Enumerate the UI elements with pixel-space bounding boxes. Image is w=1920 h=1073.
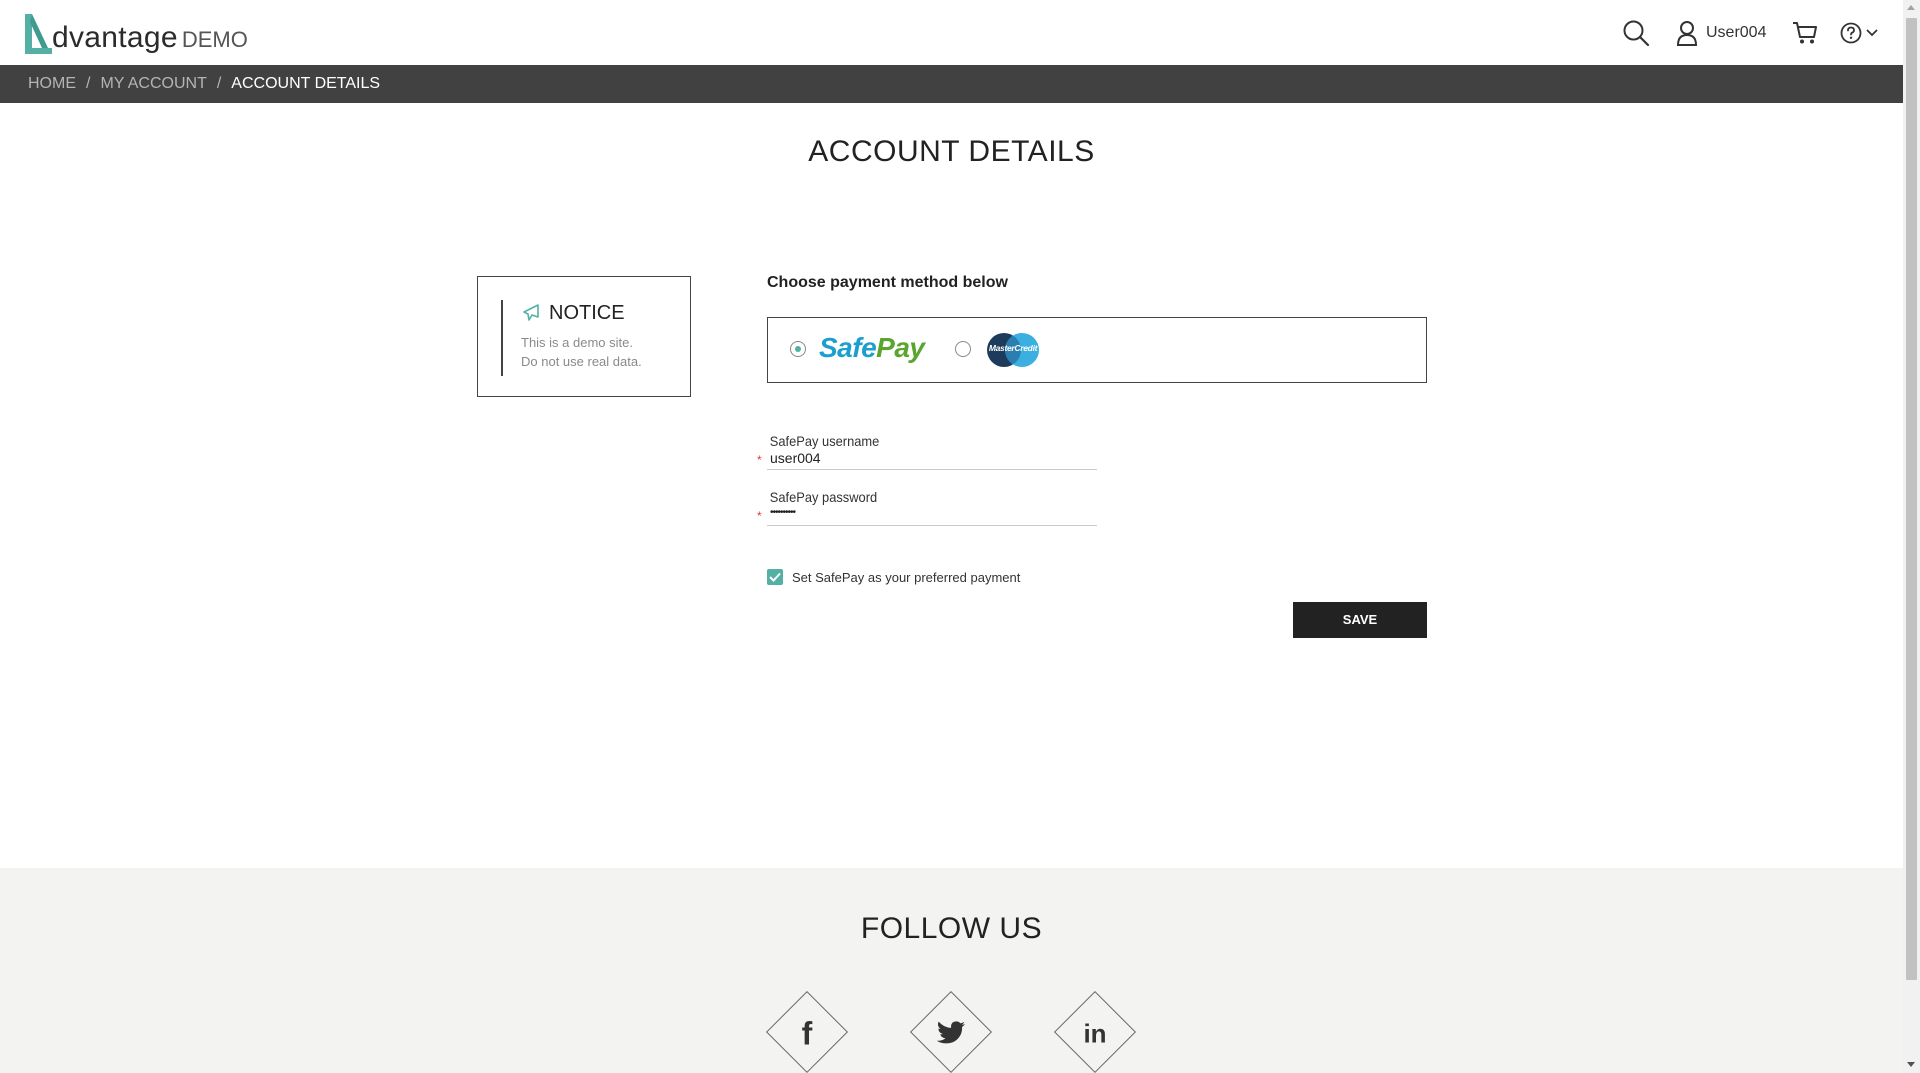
preferred-payment-label: Set SafePay as your preferred payment bbox=[792, 569, 1021, 585]
search-icon[interactable] bbox=[1622, 19, 1650, 47]
breadcrumb: HOME / MY ACCOUNT / ACCOUNT DETAILS bbox=[0, 65, 1903, 103]
preferred-payment-option[interactable]: Set SafePay as your preferred payment bbox=[767, 569, 1020, 585]
facebook-icon: f bbox=[801, 1014, 813, 1051]
cart-icon[interactable] bbox=[1792, 21, 1818, 45]
twitter-link[interactable] bbox=[909, 990, 993, 1073]
linkedin-icon: in bbox=[1083, 1017, 1107, 1048]
safepay-password-label: SafePay password bbox=[769, 489, 878, 505]
notice-line-1: This is a demo site. bbox=[521, 335, 633, 350]
site-header: dvantage DEMO User004 bbox=[0, 0, 1903, 65]
checkmark-icon bbox=[769, 572, 781, 582]
page-scrollbar[interactable] bbox=[1903, 0, 1920, 1073]
help-icon bbox=[1840, 22, 1862, 44]
facebook-link[interactable]: f bbox=[765, 990, 849, 1073]
linkedin-link[interactable]: in bbox=[1053, 990, 1137, 1073]
safepay-password-input[interactable]: •••••••••• bbox=[767, 505, 1097, 525]
breadcrumb-my-account[interactable]: MY ACCOUNT bbox=[100, 75, 206, 93]
megaphone-icon bbox=[523, 304, 539, 321]
page-title: ACCOUNT DETAILS bbox=[808, 135, 1095, 168]
logo-suffix: DEMO bbox=[181, 27, 248, 52]
breadcrumb-account-details: ACCOUNT DETAILS bbox=[231, 75, 381, 92]
notice-title: NOTICE bbox=[549, 301, 625, 324]
preferred-payment-checkbox[interactable] bbox=[767, 569, 783, 585]
user-name: User004 bbox=[1706, 23, 1767, 41]
safepay-username-input[interactable]: user004 bbox=[767, 449, 1097, 469]
safepay-logo-part1: Safe bbox=[819, 332, 877, 363]
safepay-logo[interactable]: SafePay bbox=[819, 332, 925, 364]
chevron-down-icon bbox=[1866, 28, 1878, 37]
required-marker: * bbox=[757, 509, 762, 523]
scrollbar-thumb[interactable] bbox=[1906, 18, 1917, 980]
mastercredit-logo[interactable]: MasterCredit bbox=[984, 332, 1042, 368]
site-logo[interactable]: dvantage DEMO bbox=[22, 10, 248, 56]
user-menu[interactable]: User004 bbox=[1676, 0, 1766, 65]
breadcrumb-separator: / bbox=[216, 75, 222, 92]
logo-mark-icon bbox=[22, 12, 56, 56]
safepay-username-label: SafePay username bbox=[769, 433, 880, 449]
safepay-logo-part2: Pay bbox=[876, 332, 925, 363]
notice-header: NOTICE bbox=[521, 300, 642, 326]
save-button[interactable]: SAVE bbox=[1293, 602, 1427, 638]
follow-us-title: FOLLOW US bbox=[860, 912, 1043, 945]
help-menu[interactable] bbox=[1840, 0, 1878, 65]
twitter-icon bbox=[922, 1004, 980, 1062]
notice-line-2: Do not use real data. bbox=[521, 354, 642, 369]
choose-payment-label: Choose payment method below bbox=[767, 274, 1008, 291]
safepay-username-field[interactable]: SafePay username user004 * bbox=[757, 433, 1097, 470]
breadcrumb-separator: / bbox=[86, 75, 91, 92]
logo-word: dvantage bbox=[52, 21, 178, 54]
required-marker: * bbox=[757, 453, 762, 467]
scroll-down-icon[interactable] bbox=[1907, 1062, 1915, 1067]
notice-box: NOTICE This is a demo site. Do not use r… bbox=[477, 276, 691, 397]
safepay-password-field[interactable]: SafePay password •••••••••• * bbox=[757, 489, 1097, 526]
safepay-radio[interactable] bbox=[790, 341, 806, 357]
breadcrumb-home[interactable]: HOME bbox=[28, 75, 76, 93]
notice-content: NOTICE This is a demo site. Do not use r… bbox=[501, 300, 642, 376]
scroll-up-icon[interactable] bbox=[1907, 5, 1915, 10]
user-icon bbox=[1676, 20, 1698, 46]
mastercredit-radio[interactable] bbox=[955, 341, 971, 357]
mastercredit-logo-text: MasterCredit bbox=[988, 343, 1038, 353]
site-footer: FOLLOW US f in bbox=[0, 868, 1903, 1073]
payment-method-selector: SafePay MasterCredit bbox=[767, 317, 1427, 383]
